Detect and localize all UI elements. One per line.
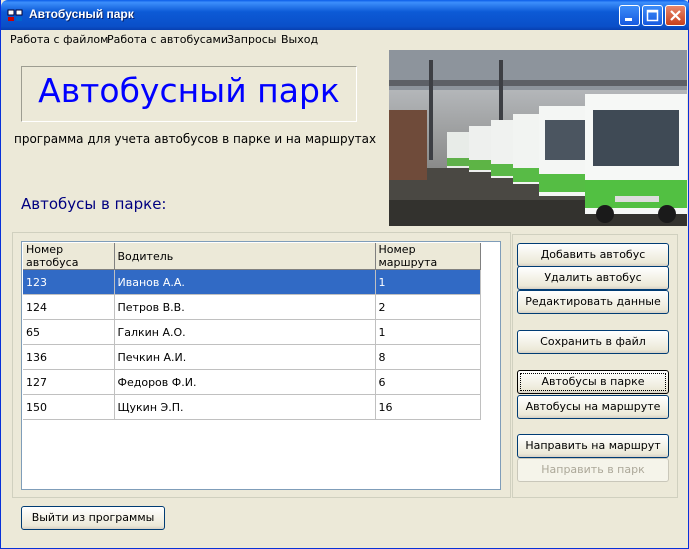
table-header-row: Номер автобуса Водитель Номер маршрута (23, 243, 481, 270)
logo-text: Автобусный парк (38, 71, 340, 110)
cell-route-number[interactable]: 8 (375, 344, 481, 370)
table-row[interactable]: 127 Федоров Ф.И. 6 (23, 369, 481, 395)
maximize-icon (646, 9, 659, 22)
menu-bar: Работа с файлом Работа с автобусами Запр… (2, 30, 688, 49)
send-to-park-button[interactable]: Направить в парк (517, 458, 669, 482)
section-title: Автобусы в парке: (21, 195, 167, 213)
cell-driver[interactable]: Щукин Э.П. (114, 394, 376, 420)
send-to-route-button[interactable]: Направить на маршрут (517, 434, 669, 458)
buses-on-route-button[interactable]: Автобусы на маршруте (517, 395, 669, 419)
menu-queries[interactable]: Запросы (227, 33, 276, 46)
app-icon (7, 9, 23, 21)
minimize-icon (625, 18, 632, 21)
save-to-file-button[interactable]: Сохранить в файл (517, 330, 669, 354)
cell-driver[interactable]: Иванов А.А. (114, 269, 376, 295)
maximize-button[interactable] (642, 5, 663, 26)
cell-driver[interactable]: Федоров Ф.И. (114, 369, 376, 395)
cell-bus-number[interactable]: 150 (23, 394, 115, 420)
cell-driver[interactable]: Печкин А.И. (114, 344, 376, 370)
column-header-bus-number[interactable]: Номер автобуса (23, 243, 115, 270)
cell-route-number[interactable]: 1 (375, 269, 481, 295)
table-row[interactable]: 65 Галкин А.О. 1 (23, 319, 481, 345)
delete-bus-button[interactable]: Удалить автобус (517, 266, 669, 290)
title-bar[interactable]: Автобусный парк (1, 0, 689, 30)
buses-in-park-button[interactable]: Автобусы в парке (517, 370, 669, 394)
cell-bus-number[interactable]: 123 (23, 269, 115, 295)
cell-driver[interactable]: Галкин А.О. (114, 319, 376, 345)
table-row[interactable]: 124 Петров В.В. 2 (23, 294, 481, 320)
menu-exit[interactable]: Выход (281, 33, 318, 46)
menu-file[interactable]: Работа с файлом (10, 33, 108, 46)
add-bus-button[interactable]: Добавить автобус (517, 243, 669, 267)
cell-bus-number[interactable]: 127 (23, 369, 115, 395)
table-row[interactable]: 123 Иванов А.А. 1 (23, 269, 481, 295)
close-button[interactable] (665, 5, 686, 26)
cell-bus-number[interactable]: 136 (23, 344, 115, 370)
column-header-route-number[interactable]: Номер маршрута (375, 243, 481, 270)
cell-route-number[interactable]: 1 (375, 319, 481, 345)
cell-bus-number[interactable]: 124 (23, 294, 115, 320)
close-icon (670, 10, 681, 21)
app-window: Автобусный парк Работа с файлом Работа с… (0, 0, 689, 549)
logo-panel: Автобусный парк (21, 66, 357, 122)
column-header-driver[interactable]: Водитель (114, 243, 376, 270)
buses-grid[interactable]: Номер автобуса Водитель Номер маршрута 1… (21, 241, 501, 490)
exit-program-button[interactable]: Выйти из программы (21, 506, 165, 530)
bus-depot-photo (389, 50, 687, 226)
table-row[interactable]: 136 Печкин А.И. 8 (23, 344, 481, 370)
menu-buses[interactable]: Работа с автобусами (107, 33, 228, 46)
cell-bus-number[interactable]: 65 (23, 319, 115, 345)
cell-route-number[interactable]: 16 (375, 394, 481, 420)
cell-route-number[interactable]: 6 (375, 369, 481, 395)
edit-data-button[interactable]: Редактировать данные (517, 290, 669, 314)
window-title: Автобусный парк (29, 7, 134, 21)
table-row[interactable]: 150 Щукин Э.П. 16 (23, 394, 481, 420)
cell-driver[interactable]: Петров В.В. (114, 294, 376, 320)
program-subtitle: программа для учета автобусов в парке и … (14, 132, 377, 146)
cell-route-number[interactable]: 2 (375, 294, 481, 320)
minimize-button[interactable] (619, 5, 640, 26)
buses-table: Номер автобуса Водитель Номер маршрута 1… (23, 243, 481, 420)
